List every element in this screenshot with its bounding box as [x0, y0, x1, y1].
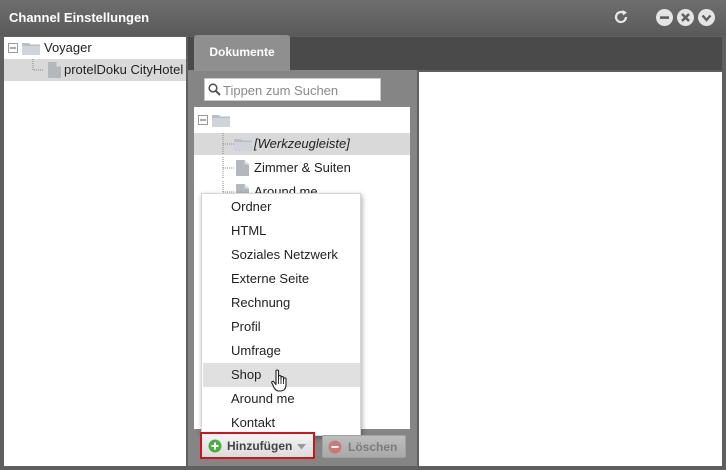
document-icon: [48, 62, 61, 78]
content-panel: [419, 72, 722, 466]
channel-tree-label: protelDoku CityHotel: [64, 62, 184, 77]
delete-button-label: Löschen: [348, 440, 398, 454]
channel-tree-label: Voyager: [44, 40, 92, 55]
add-button-label: Hinzufügen: [227, 439, 293, 453]
menu-item-umfrage[interactable]: Umfrage: [203, 339, 360, 363]
document-tree-item[interactable]: Zimmer & Suiten: [194, 157, 410, 179]
search-icon: [208, 83, 221, 96]
document-icon: [236, 160, 249, 176]
hand-cursor-icon: [271, 369, 287, 392]
channel-tree-item[interactable]: Voyager: [4, 37, 186, 59]
delete-circle-icon: [328, 440, 342, 454]
document-tree-label: Zimmer & Suiten: [254, 160, 351, 175]
window-title: Channel Einstellungen: [9, 10, 150, 25]
menu-item-html[interactable]: HTML: [203, 219, 360, 243]
minimize-icon[interactable]: [656, 9, 673, 26]
document-tree-root[interactable]: [194, 109, 410, 131]
tab-dokumente[interactable]: Dokumente: [194, 35, 290, 71]
add-button[interactable]: Hinzufügen: [200, 432, 315, 459]
document-tree-label: [Werkzeugleiste]: [254, 136, 350, 151]
menu-item-ordner[interactable]: Ordner: [203, 195, 360, 219]
add-dropdown-menu: Ordner HTML Soziales Netzwerk Externe Se…: [201, 193, 361, 436]
folder-icon: [212, 115, 230, 127]
menu-item-profil[interactable]: Profil: [203, 315, 360, 339]
menu-item-soziales-netzwerk[interactable]: Soziales Netzwerk: [203, 243, 360, 267]
tree-collapse-icon[interactable]: [8, 43, 18, 53]
delete-button[interactable]: Löschen: [322, 435, 406, 458]
search-box[interactable]: [204, 78, 381, 101]
channel-tree-item[interactable]: protelDoku CityHotel: [4, 59, 186, 81]
search-input[interactable]: [223, 81, 378, 99]
expand-icon[interactable]: [698, 9, 715, 26]
menu-item-rechnung[interactable]: Rechnung: [203, 291, 360, 315]
folder-icon: [234, 139, 252, 151]
menu-item-externe-seite[interactable]: Externe Seite: [203, 267, 360, 291]
channel-tree-panel: Voyager protelDoku CityHotel: [4, 37, 186, 466]
folder-icon: [22, 43, 40, 55]
close-icon[interactable]: [677, 9, 694, 26]
tree-connector: [32, 59, 44, 71]
document-tree-item[interactable]: [Werkzeugleiste]: [194, 133, 410, 155]
tree-connector: [222, 157, 234, 179]
add-circle-icon: [208, 439, 222, 453]
tree-collapse-icon[interactable]: [198, 115, 208, 125]
dropdown-arrow-icon: [297, 444, 306, 450]
window-titlebar: Channel Einstellungen: [0, 0, 726, 36]
refresh-icon[interactable]: [612, 8, 630, 26]
